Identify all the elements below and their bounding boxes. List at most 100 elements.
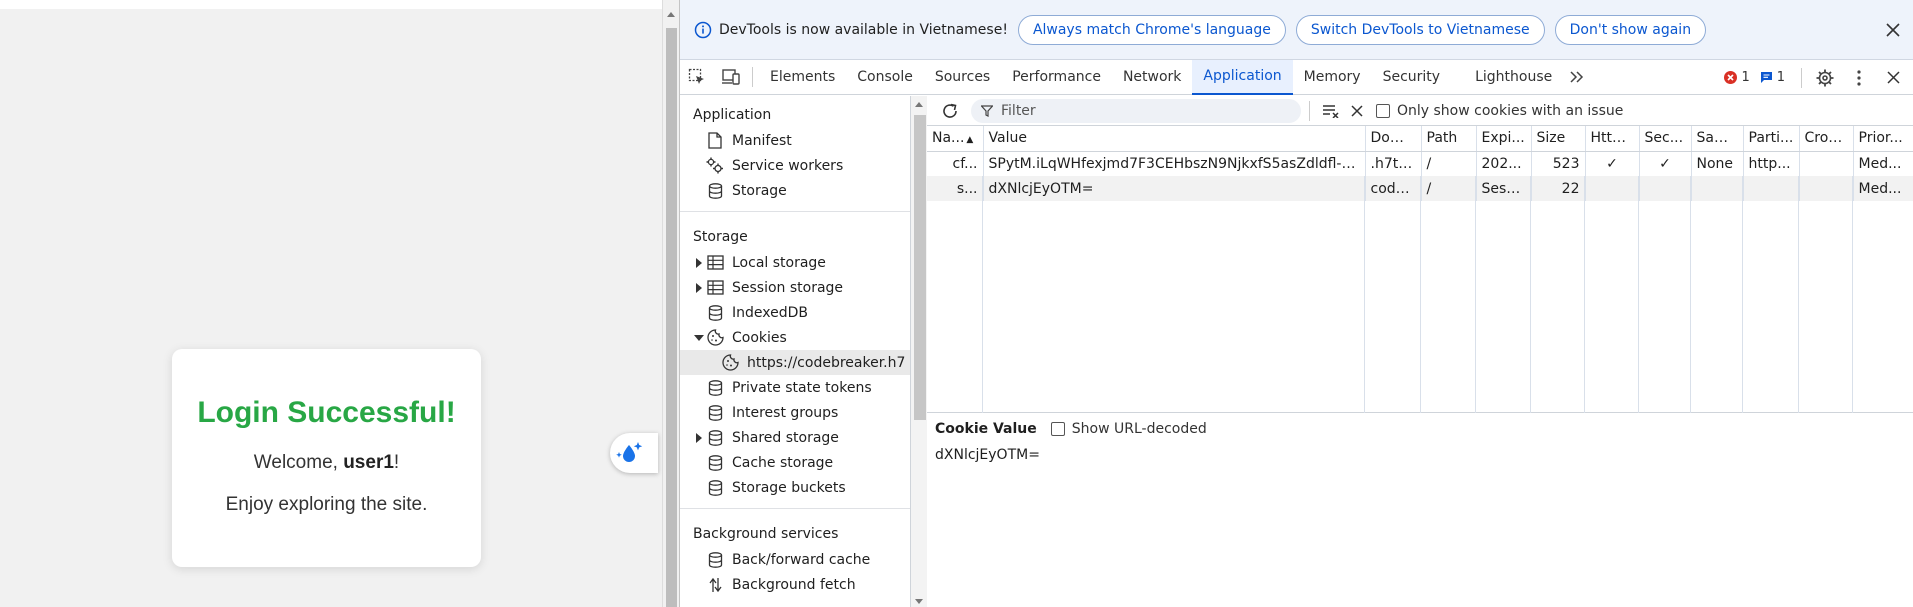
column-header-expires[interactable]: Expi... (1476, 126, 1532, 152)
sidebar-item-storage-overview[interactable]: Storage (680, 178, 910, 203)
tab-elements[interactable]: Elements (759, 60, 846, 95)
tab-sources[interactable]: Sources (924, 60, 1001, 95)
database-icon (705, 379, 725, 396)
clear-all-cookies-icon[interactable] (1318, 98, 1344, 124)
inspect-element-icon[interactable] (680, 60, 714, 95)
refresh-icon[interactable] (937, 98, 963, 124)
switch-to-vietnamese-button[interactable]: Switch DevTools to Vietnamese (1295, 14, 1545, 45)
settings-gear-icon[interactable] (1808, 60, 1842, 95)
column-header-size[interactable]: Size (1531, 126, 1586, 152)
column-header-partition-key[interactable]: Parti... (1743, 126, 1800, 152)
welcome-username: user1 (343, 452, 394, 473)
checkbox-box[interactable] (1376, 103, 1390, 118)
devtools-right-controls: 1 1 (1724, 60, 1910, 95)
only-issue-cookies-checkbox[interactable]: Only show cookies with an issue (1376, 103, 1623, 119)
cookie-value-text[interactable]: dXNlcjEyOTM= (935, 447, 1906, 463)
table-row[interactable]: s... dXNlcjEyOTM= code... / Sess... 22 M… (927, 176, 1913, 201)
cookie-value-pane: Cookie Value Show URL-decoded dXNlcjEyOT… (927, 413, 1913, 471)
cell-domain: .h7te... (1365, 151, 1422, 176)
info-icon (694, 21, 712, 39)
cell-secure (1639, 176, 1692, 201)
tab-application[interactable]: Application (1192, 59, 1293, 95)
sparkle-drop-icon (616, 440, 644, 466)
device-toolbar-icon[interactable] (714, 60, 748, 95)
message-icon (1760, 71, 1773, 84)
cell-path: / (1421, 176, 1477, 201)
ai-assistant-button[interactable] (610, 433, 658, 473)
application-sidebar: Application Manifest Service workers Sto… (680, 96, 911, 607)
table-row[interactable]: cf... SPytM.iLqWHfexjmd7F3CEHbszN9NjkxfS… (927, 151, 1913, 176)
database-icon (705, 429, 725, 446)
sidebar-item-manifest[interactable]: Manifest (680, 128, 910, 153)
sidebar-item-private-state-tokens[interactable]: Private state tokens (680, 375, 910, 400)
sidebar-item-cookies[interactable]: Cookies (680, 325, 910, 350)
sidebar-item-shared-storage[interactable]: Shared storage (680, 425, 910, 450)
sidebar-item-cookie-origin[interactable]: https://codebreaker.h7 (680, 350, 910, 375)
column-header-secure[interactable]: Sec... (1639, 126, 1692, 152)
column-header-priority[interactable]: Prior... (1853, 126, 1913, 152)
dont-show-again-button[interactable]: Don't show again (1554, 14, 1707, 45)
message-count-badge[interactable]: 1 (1760, 70, 1785, 85)
close-icon[interactable] (1886, 23, 1900, 37)
sidebar-item-label: IndexedDB (732, 304, 808, 321)
close-devtools-icon[interactable] (1876, 60, 1910, 95)
column-header-cross-site[interactable]: Cros... (1799, 126, 1854, 152)
tab-performance[interactable]: Performance (1001, 60, 1112, 95)
sidebar-item-storage-buckets[interactable]: Storage buckets (680, 475, 910, 500)
sidebar-item-label: https://codebreaker.h7 (747, 354, 906, 371)
column-header-domain[interactable]: Dom... (1365, 126, 1422, 152)
cell-path: / (1421, 151, 1477, 176)
scroll-up-arrow-icon[interactable] (915, 102, 923, 107)
sidebar-item-label: Private state tokens (732, 379, 872, 396)
column-header-label: Na... (932, 130, 965, 147)
tab-memory[interactable]: Memory (1293, 60, 1372, 95)
tab-lighthouse[interactable]: Lighthouse (1451, 60, 1563, 95)
more-options-kebab-icon[interactable] (1842, 60, 1876, 95)
sidebar-item-background-fetch[interactable]: Background fetch (680, 572, 910, 597)
column-header-samesite[interactable]: Sam... (1691, 126, 1744, 152)
table-empty-area (927, 176, 1913, 413)
sidebar-item-service-workers[interactable]: Service workers (680, 153, 910, 178)
tab-network[interactable]: Network (1112, 60, 1192, 95)
page-scroll-thumb[interactable] (666, 28, 677, 607)
collapse-triangle-icon[interactable] (693, 334, 705, 342)
sidebar-item-session-storage[interactable]: Session storage (680, 275, 910, 300)
sidebar-item-indexeddb[interactable]: IndexedDB (680, 300, 910, 325)
sidebar-scroll-thumb[interactable] (914, 115, 926, 420)
column-header-name[interactable]: Na... ▲ (927, 126, 984, 152)
filter-input[interactable]: Filter (971, 98, 1301, 123)
scroll-down-arrow-icon[interactable] (915, 599, 923, 604)
always-match-language-button[interactable]: Always match Chrome's language (1017, 14, 1286, 45)
sidebar-item-back-forward-cache[interactable]: Back/forward cache (680, 547, 910, 572)
column-header-value[interactable]: Value (983, 126, 1366, 152)
error-count-badge[interactable]: 1 (1724, 70, 1750, 85)
checkbox-box[interactable] (1050, 422, 1065, 436)
column-header-path[interactable]: Path (1421, 126, 1477, 152)
column-header-httponly[interactable]: Http... (1585, 126, 1640, 152)
cookies-toolbar: Filter Only show cookies with an issue (927, 96, 1913, 126)
sort-ascending-icon: ▲ (966, 135, 974, 146)
error-icon (1724, 71, 1738, 84)
sidebar-item-label: Storage (732, 182, 787, 199)
table-grid-icon (705, 255, 725, 270)
scroll-up-arrow-icon[interactable] (667, 12, 675, 17)
expand-triangle-icon[interactable] (693, 257, 705, 268)
tab-console[interactable]: Console (846, 60, 924, 95)
sidebar-item-interest-groups[interactable]: Interest groups (680, 400, 910, 425)
page-scrollbar[interactable] (662, 0, 679, 607)
cell-expires: 202... (1476, 151, 1532, 176)
sidebar-item-cache-storage[interactable]: Cache storage (680, 450, 910, 475)
enjoy-message: Enjoy exploring the site. (225, 494, 428, 515)
expand-triangle-icon[interactable] (693, 282, 705, 293)
sidebar-scrollbar[interactable] (911, 96, 927, 607)
toolbar-divider (1309, 100, 1310, 121)
tab-security[interactable]: Security (1372, 60, 1452, 95)
sidebar-item-label: Background fetch (732, 576, 856, 593)
expand-triangle-icon[interactable] (693, 432, 705, 443)
delete-selected-icon[interactable] (1344, 98, 1370, 124)
sidebar-item-local-storage[interactable]: Local storage (680, 250, 910, 275)
sidebar-section-background-services: Background services (693, 526, 839, 542)
more-tabs-chevron-icon[interactable] (1563, 60, 1591, 95)
cell-expires: Sess... (1476, 176, 1532, 201)
show-url-decoded-checkbox[interactable]: Show URL-decoded (1050, 421, 1207, 437)
